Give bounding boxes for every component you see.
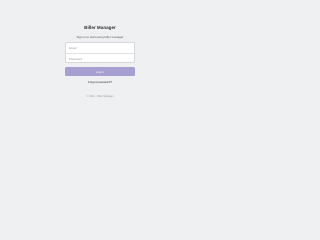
login-form [65,42,135,64]
login-subtitle: Sign in to start using biller manager [76,35,124,39]
login-page: Biller Manager Sign in to start using bi… [0,0,200,200]
forgot-password-link[interactable]: Forgot password? [0,80,200,84]
login-button[interactable]: Log in [65,67,135,76]
footer-copyright: © 2021 - Biller Manager [86,95,114,98]
email-field[interactable] [66,43,134,53]
password-field[interactable] [66,53,134,64]
app-title: Biller Manager [84,25,116,30]
